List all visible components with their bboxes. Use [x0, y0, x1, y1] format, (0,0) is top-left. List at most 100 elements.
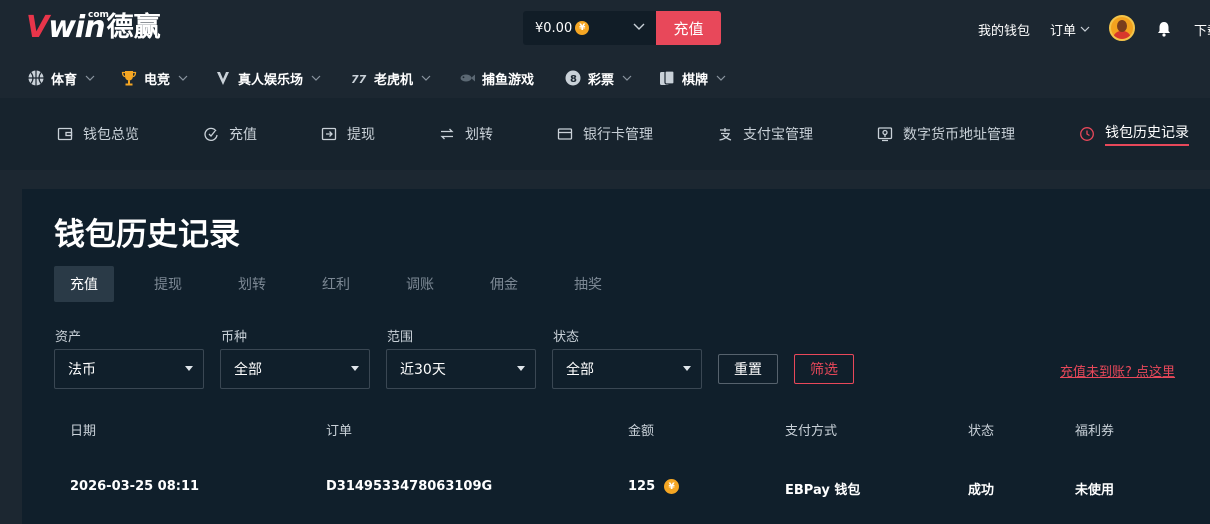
- game-nav-label: 老虎机: [374, 72, 414, 88]
- site-logo[interactable]: Vwin com 德赢: [26, 10, 161, 44]
- wallet-nav-label: 划转: [465, 127, 493, 143]
- wallet-nav-overview[interactable]: 钱包总览: [57, 98, 139, 170]
- row-amount: 125 ¥: [628, 479, 680, 494]
- lottery-ball-icon: 8: [565, 70, 581, 86]
- basketball-icon: [28, 70, 44, 86]
- tab-commission[interactable]: 佣金: [474, 266, 534, 302]
- row-coupon: 未使用: [1075, 483, 1115, 498]
- deposit-button[interactable]: 充值: [656, 11, 721, 45]
- column-header-coupon: 福利券: [1075, 424, 1115, 439]
- game-nav-live-casino[interactable]: 真人娱乐场: [214, 58, 321, 98]
- row-amount-value: 125: [628, 479, 656, 494]
- coin-icon: ¥: [575, 21, 590, 35]
- game-nav-label: 捕鱼游戏: [482, 72, 535, 88]
- chevron-down-icon: [622, 75, 632, 81]
- download-link[interactable]: 下载: [1194, 0, 1210, 58]
- game-nav-label: 电竞: [144, 72, 171, 88]
- wallet-nav-label: 提现: [347, 127, 375, 143]
- game-nav-label: 真人娱乐场: [238, 72, 304, 88]
- filter-label-asset: 资产: [55, 330, 82, 345]
- notification-button[interactable]: [1155, 0, 1173, 58]
- crypto-address-icon: [877, 127, 893, 142]
- slot-777-icon: 77: [351, 73, 367, 86]
- range-select-value: 近30天: [400, 362, 446, 378]
- orders-menu[interactable]: 订单: [1050, 0, 1090, 58]
- game-nav-lottery[interactable]: 8 彩票: [564, 58, 632, 98]
- deposit-help-link[interactable]: 充值未到账? 点这里: [1060, 361, 1175, 380]
- chevron-down-icon: [633, 23, 645, 30]
- tab-deposit[interactable]: 充值: [54, 266, 114, 302]
- game-nav-esports[interactable]: 电竞: [120, 58, 188, 98]
- user-avatar[interactable]: [1109, 15, 1135, 41]
- withdraw-icon: [321, 127, 337, 141]
- coin-icon: ¥: [664, 479, 680, 494]
- filter-label-status: 状态: [553, 330, 580, 345]
- history-clock-icon: [1080, 127, 1094, 141]
- logo-cn: 德赢: [106, 12, 161, 43]
- game-nav-sports[interactable]: 体育: [27, 58, 95, 98]
- game-category-nav: 体育 电竞 真人娱乐场 77 老虎机 捕鱼游戏 8 彩票 棋牌: [0, 58, 1210, 98]
- wallet-nav-label: 钱包历史记录: [1105, 122, 1189, 146]
- status-select[interactable]: 全部: [552, 349, 702, 389]
- wallet-nav-history[interactable]: 钱包历史记录: [1079, 98, 1189, 170]
- chevron-down-icon: [178, 75, 188, 81]
- balance-dropdown[interactable]: ¥0.00 ¥: [523, 11, 656, 45]
- game-nav-slots[interactable]: 77 老虎机: [350, 58, 431, 98]
- transfer-icon: [440, 128, 454, 140]
- range-select[interactable]: 近30天: [386, 349, 536, 389]
- deposit-icon: [204, 127, 218, 141]
- game-nav-cards[interactable]: 棋牌: [658, 58, 726, 98]
- wallet-nav-deposit[interactable]: 充值: [203, 98, 257, 170]
- tab-withdraw[interactable]: 提现: [138, 266, 198, 302]
- caret-down-icon: [185, 366, 193, 371]
- filter-button[interactable]: 筛选: [794, 354, 854, 384]
- row-payment-method: EBPay 钱包: [785, 483, 861, 498]
- wallet-nav-label: 充值: [229, 127, 257, 143]
- balance-amount: ¥0.00: [535, 20, 573, 36]
- tab-bonus[interactable]: 红利: [306, 266, 366, 302]
- page-title: 钱包历史记录: [54, 217, 240, 253]
- column-header-payment-method: 支付方式: [785, 424, 838, 439]
- column-header-status: 状态: [968, 424, 995, 439]
- game-nav-label: 彩票: [588, 72, 615, 88]
- row-status: 成功: [968, 483, 995, 498]
- row-order-id: D3149533478063109G: [326, 479, 493, 494]
- cards-icon: [660, 70, 675, 85]
- currency-select[interactable]: 全部: [220, 349, 370, 389]
- game-nav-label: 体育: [51, 72, 78, 88]
- caret-down-icon: [351, 366, 359, 371]
- asset-select[interactable]: 法币: [54, 349, 204, 389]
- tab-lucky-draw[interactable]: 抽奖: [558, 266, 618, 302]
- reset-button[interactable]: 重置: [718, 354, 778, 384]
- tab-adjustment[interactable]: 调账: [390, 266, 450, 302]
- wallet-nav-crypto-address[interactable]: 数字货币地址管理: [877, 98, 1015, 170]
- wallet-nav-bank-cards[interactable]: 银行卡管理: [557, 98, 653, 170]
- orders-label: 订单: [1050, 23, 1077, 39]
- caret-down-icon: [683, 366, 691, 371]
- alipay-icon: [719, 128, 732, 141]
- caret-down-icon: [517, 366, 525, 371]
- wallet-icon: [57, 127, 73, 141]
- column-header-date: 日期: [70, 424, 97, 439]
- chevron-down-icon: [1080, 26, 1090, 32]
- trophy-icon: [121, 71, 137, 86]
- wallet-nav-label: 钱包总览: [83, 127, 139, 143]
- tab-transfer[interactable]: 划转: [222, 266, 282, 302]
- currency-select-value: 全部: [234, 362, 262, 378]
- filter-label-range: 范围: [387, 330, 414, 345]
- game-nav-fishing[interactable]: 捕鱼游戏: [458, 58, 534, 98]
- status-select-value: 全部: [566, 362, 594, 378]
- chevron-down-icon: [716, 75, 726, 81]
- history-panel: 钱包历史记录 充值 提现 划转 红利 调账 佣金 抽奖 资产 法币 币种 全部 …: [22, 189, 1210, 524]
- wallet-nav-label: 支付宝管理: [743, 127, 813, 143]
- chevron-down-icon: [421, 75, 431, 81]
- wallet-nav: 钱包总览 充值 提现 划转 银行卡管理 支付宝管理 数字货币地址管理 钱包历史记…: [0, 98, 1210, 170]
- column-header-amount: 金额: [628, 424, 655, 439]
- my-wallet-link[interactable]: 我的钱包: [978, 0, 1030, 58]
- wallet-nav-alipay[interactable]: 支付宝管理: [717, 98, 813, 170]
- chevron-down-icon: [85, 75, 95, 81]
- dealer-icon: [217, 72, 229, 85]
- wallet-nav-withdraw[interactable]: 提现: [321, 98, 375, 170]
- bell-icon: [1158, 22, 1170, 37]
- wallet-nav-transfer[interactable]: 划转: [439, 98, 493, 170]
